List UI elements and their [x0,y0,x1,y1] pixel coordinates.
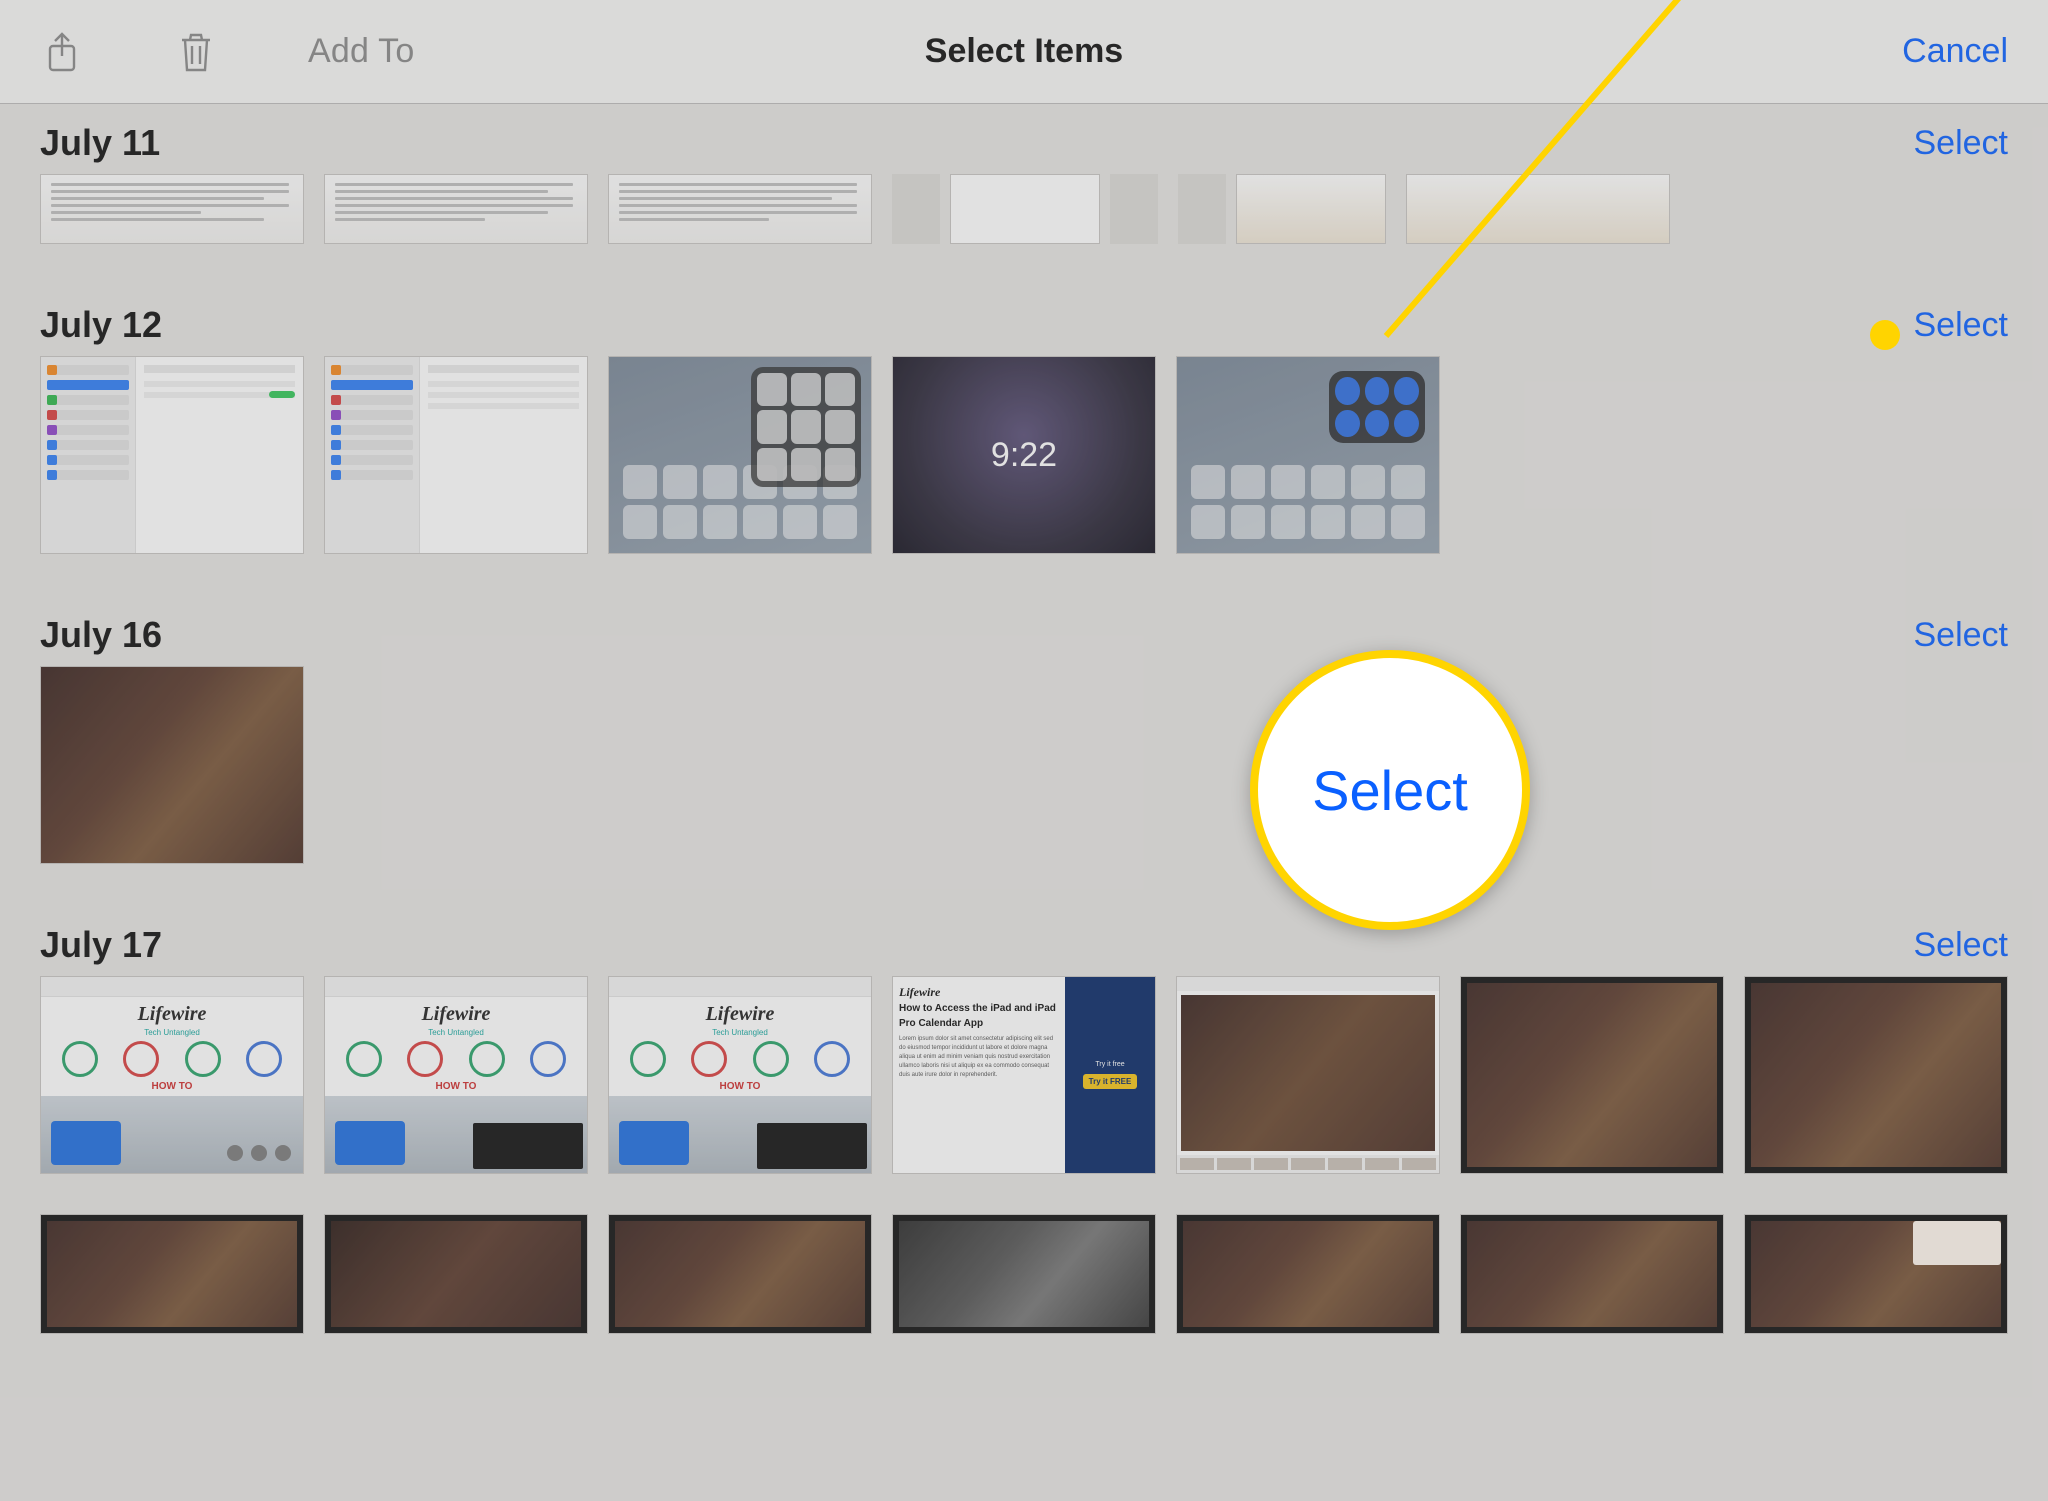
photo-thumbnail[interactable] [608,174,872,244]
photo-thumbnail[interactable]: Lifewire Tech Untangled HOW TO [324,976,588,1174]
photo-thumbnail[interactable] [40,174,304,244]
toolbar: Add To Select Items Cancel [0,0,2048,104]
thumb-row: 9:22 [40,356,2008,554]
content: July 11 Select July 12 Select [0,104,2048,1334]
section-select-button[interactable]: Select [1914,926,2009,965]
photo-thumbnail[interactable]: 9:22 [892,356,1156,554]
page-title: Select Items [925,32,1123,71]
section-date: July 11 [40,122,160,164]
thumb-row [40,174,2008,244]
photo-thumbnail[interactable] [324,1214,588,1334]
photo-thumbnail[interactable] [324,174,588,244]
annotation-label: Select [1312,758,1468,823]
section-date: July 12 [40,304,162,346]
lockscreen-time: 9:22 [991,436,1057,475]
trash-icon[interactable] [174,30,218,74]
section-date: July 16 [40,614,162,656]
photo-thumbnail[interactable] [324,356,588,554]
photo-thumbnail[interactable] [1460,1214,1724,1334]
section-header: July 16 Select [40,564,2008,666]
photo-thumbnail[interactable] [1744,976,2008,1174]
photo-thumbnail[interactable]: Lifewire How to Access the iPad and iPad… [892,976,1156,1174]
photo-thumbnail[interactable] [1744,1214,2008,1334]
share-icon[interactable] [40,30,84,74]
thumb-row [40,1214,2008,1334]
lifewire-tagline: Tech Untangled [41,1028,303,1037]
photo-thumbnail[interactable]: Lifewire Tech Untangled HOW TO [608,976,872,1174]
photo-thumbnail[interactable] [40,666,304,864]
lifewire-logo: Lifewire [41,997,303,1032]
section-select-button[interactable]: Select [1914,616,2009,655]
photo-thumbnail[interactable] [40,1214,304,1334]
section-header: July 11 Select [40,104,2008,174]
photo-thumbnail[interactable] [608,1214,872,1334]
photo-thumbnail[interactable] [1178,174,1386,244]
photo-thumbnail[interactable] [1406,174,1670,244]
cancel-button[interactable]: Cancel [1902,32,2008,71]
photo-thumbnail[interactable] [1176,356,1440,554]
section-header: July 12 Select [40,254,2008,356]
annotation-dot [1870,320,1900,350]
section-date: July 17 [40,924,162,966]
photo-thumbnail[interactable] [892,1214,1156,1334]
photo-thumbnail[interactable] [892,174,1158,244]
try-free-badge: Try it FREE [1083,1074,1138,1089]
section-select-button[interactable]: Select [1914,306,2009,345]
toolbar-left: Add To [40,30,414,74]
lifewire-howto: HOW TO [41,1081,303,1092]
thumb-row [40,666,2008,864]
photo-thumbnail[interactable] [608,356,872,554]
section-header: July 17 Select [40,874,2008,976]
photo-thumbnail[interactable]: Lifewire Tech Untangled HOW TO [40,976,304,1174]
section-select-button[interactable]: Select [1914,124,2009,163]
photo-thumbnail[interactable] [1176,1214,1440,1334]
add-to-button[interactable]: Add To [308,32,414,71]
thumb-row: Lifewire Tech Untangled HOW TO Lifewire … [40,976,2008,1174]
photo-thumbnail[interactable] [1460,976,1724,1174]
annotation-callout: Select [1250,650,1530,930]
photo-thumbnail[interactable] [40,356,304,554]
photo-thumbnail[interactable] [1176,976,1440,1174]
